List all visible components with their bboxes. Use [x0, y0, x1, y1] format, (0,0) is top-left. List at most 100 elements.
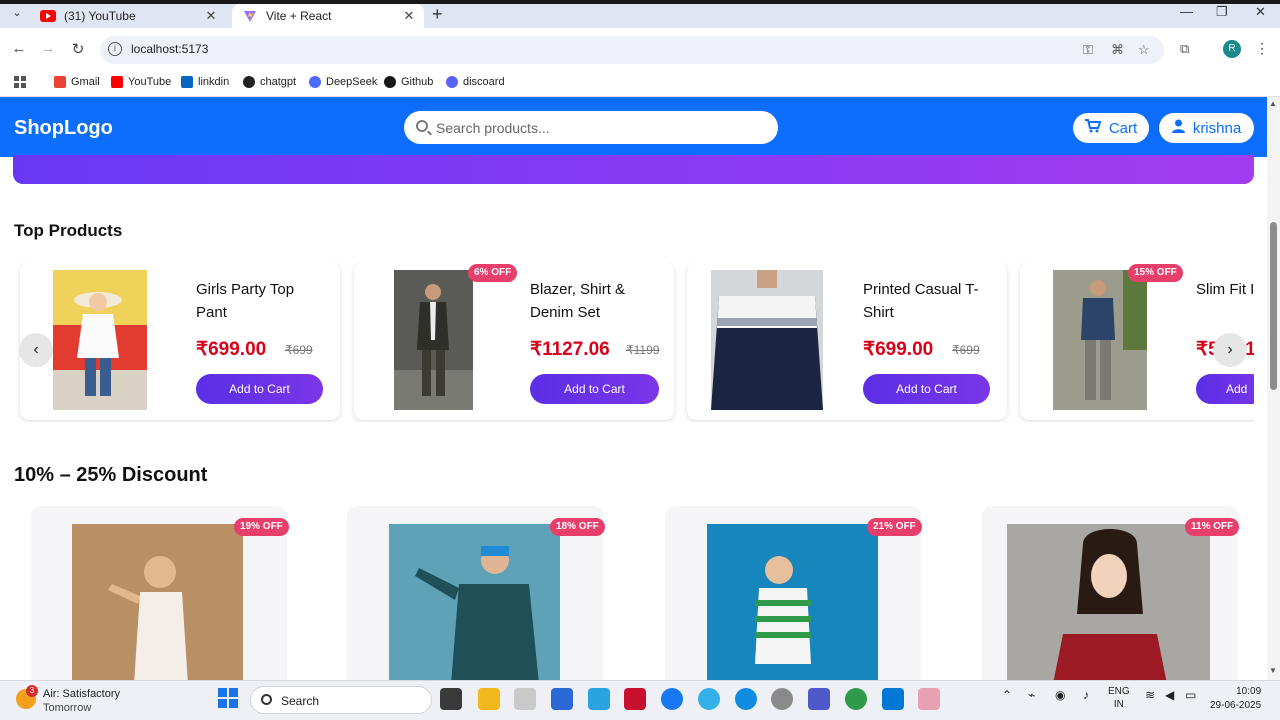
- security-icon[interactable]: ◉: [1055, 689, 1065, 702]
- site-logo[interactable]: ShopLogo: [14, 117, 113, 140]
- microphone-icon[interactable]: ♪: [1083, 689, 1089, 702]
- bookmark-gmail[interactable]: Gmail: [54, 74, 100, 90]
- product-original-price: ₹699: [285, 343, 313, 357]
- user-account-button[interactable]: krishna: [1159, 113, 1254, 143]
- mydesk-icon[interactable]: [588, 688, 610, 710]
- browser-tab-strip: ⌄ (31) YouTube ✕ Vite + React ✕ + — ❐ ✕: [0, 0, 1280, 28]
- product-image[interactable]: [1053, 270, 1147, 410]
- chatgpt-icon: [243, 76, 255, 88]
- chrome-icon[interactable]: [845, 688, 867, 710]
- taskbar-search-box[interactable]: Search: [250, 686, 432, 714]
- product-image[interactable]: [707, 524, 878, 684]
- back-icon[interactable]: ←: [9, 40, 29, 57]
- password-key-icon[interactable]: ⚿: [1083, 42, 1093, 58]
- forward-icon[interactable]: →: [38, 40, 58, 57]
- translate-icon[interactable]: ⌘: [1111, 42, 1124, 58]
- discount-product-card[interactable]: [982, 506, 1238, 706]
- drive-icon[interactable]: [514, 688, 536, 710]
- language-indicator[interactable]: ENG IN: [1108, 685, 1130, 711]
- product-name[interactable]: Girls Party Top Pant: [196, 278, 316, 324]
- bookmark-chatgpt[interactable]: chatgpt: [243, 74, 296, 90]
- discount-badge: 18% OFF: [550, 518, 605, 536]
- task-view-icon[interactable]: [440, 688, 462, 710]
- scrollbar-thumb[interactable]: [1270, 222, 1277, 390]
- add-to-cart-button[interactable]: Add to Cart: [863, 374, 990, 404]
- bookmark-deepseek[interactable]: DeepSeek: [309, 74, 377, 90]
- product-image[interactable]: [1007, 524, 1210, 684]
- carousel-prev-button[interactable]: ‹: [19, 333, 53, 367]
- product-name[interactable]: Slim Fit I: [1196, 278, 1254, 301]
- carousel-next-button[interactable]: ›: [1213, 333, 1247, 367]
- store-icon[interactable]: [551, 688, 573, 710]
- add-to-cart-button[interactable]: Add to Cart: [530, 374, 659, 404]
- product-card[interactable]: 6% OFF Blazer, Shirt & Denim Set ₹1127.0…: [354, 262, 674, 420]
- browser-menu-icon[interactable]: ⋮: [1255, 40, 1269, 57]
- show-hidden-icons-icon[interactable]: ⌃: [1002, 689, 1012, 702]
- bookmark-youtube[interactable]: YouTube: [111, 74, 171, 90]
- youtube-icon: [111, 76, 123, 88]
- site-info-icon[interactable]: i: [108, 42, 122, 56]
- bookmark-github[interactable]: Github: [384, 74, 433, 90]
- add-to-cart-button[interactable]: Add to Cart: [196, 374, 323, 404]
- product-image[interactable]: [53, 270, 147, 410]
- tab-search-icon[interactable]: ⌄: [8, 6, 26, 24]
- extensions-icon[interactable]: ⧉: [1180, 41, 1189, 57]
- windows-start-icon[interactable]: [217, 687, 239, 709]
- product-image[interactable]: [389, 524, 560, 684]
- file-explorer-icon[interactable]: [478, 688, 500, 710]
- copilot-icon[interactable]: [771, 688, 793, 710]
- scroll-up-icon[interactable]: ▲: [1269, 99, 1277, 108]
- restore-icon[interactable]: ❐: [1216, 4, 1228, 20]
- close-tab-icon[interactable]: ✕: [202, 8, 220, 24]
- vite-favicon-icon: [242, 8, 258, 24]
- product-image[interactable]: [72, 524, 243, 684]
- tab-vite-react[interactable]: Vite + React ✕: [232, 4, 424, 28]
- url-text: localhost:5173: [131, 42, 209, 56]
- snipping-tool-icon[interactable]: [918, 688, 940, 710]
- teams-icon[interactable]: [808, 688, 830, 710]
- edge-icon[interactable]: [735, 688, 757, 710]
- search-icon: [416, 120, 428, 132]
- volume-icon[interactable]: ◀: [1165, 689, 1174, 702]
- facebook-icon[interactable]: [661, 688, 683, 710]
- close-window-icon[interactable]: ✕: [1255, 4, 1266, 20]
- discord-icon: [446, 76, 458, 88]
- product-search-bar: [404, 111, 778, 144]
- discount-badge: 19% OFF: [234, 518, 289, 536]
- product-card[interactable]: Printed Casual T-Shirt ₹699.00 ₹699 Add …: [687, 262, 1007, 420]
- address-bar[interactable]: i localhost:5173 ⚿ ⌘ ☆: [100, 36, 1164, 64]
- profile-avatar[interactable]: R: [1223, 40, 1241, 58]
- product-image[interactable]: [711, 270, 823, 410]
- page-scrollbar[interactable]: ▲ ▼: [1267, 97, 1280, 680]
- add-to-cart-button[interactable]: Add: [1196, 374, 1254, 404]
- product-image[interactable]: [394, 270, 473, 410]
- battery-icon[interactable]: ▭: [1185, 689, 1196, 702]
- weather-app-icon[interactable]: [698, 688, 720, 710]
- cart-button[interactable]: Cart: [1073, 113, 1149, 143]
- minimize-icon[interactable]: —: [1180, 4, 1193, 19]
- wifi-icon[interactable]: ≋: [1145, 689, 1155, 702]
- discount-product-card[interactable]: [31, 506, 287, 706]
- bookmark-discoard[interactable]: discoard: [446, 74, 505, 90]
- product-name[interactable]: Blazer, Shirt & Denim Set: [530, 278, 650, 324]
- product-card[interactable]: Girls Party Top Pant ₹699.00 ₹699 Add to…: [20, 262, 340, 420]
- weather-line-1: Air: Satisfactory: [43, 688, 121, 700]
- bookmark-linkdin[interactable]: linkdin: [181, 74, 229, 90]
- system-clock[interactable]: 10:09 29-06-2025: [1210, 685, 1261, 713]
- reload-icon[interactable]: ↻: [68, 40, 88, 58]
- vscode-icon[interactable]: [882, 688, 904, 710]
- discount-heading: 10% – 25% Discount: [14, 464, 208, 486]
- search-input[interactable]: [436, 118, 756, 138]
- tab-youtube[interactable]: (31) YouTube ✕: [30, 4, 226, 28]
- battery-saver-icon[interactable]: ⌁: [1028, 689, 1035, 702]
- new-tab-icon[interactable]: +: [432, 4, 443, 25]
- apps-grid-icon[interactable]: [14, 74, 27, 90]
- close-tab-icon[interactable]: ✕: [400, 8, 418, 24]
- user-name: krishna: [1192, 119, 1242, 137]
- product-name[interactable]: Printed Casual T-Shirt: [863, 278, 983, 324]
- mcafee-icon[interactable]: [624, 688, 646, 710]
- discount-product-card[interactable]: [347, 506, 603, 706]
- bookmark-star-icon[interactable]: ☆: [1138, 42, 1150, 58]
- discount-product-card[interactable]: [665, 506, 921, 706]
- scroll-down-icon[interactable]: ▼: [1269, 666, 1277, 675]
